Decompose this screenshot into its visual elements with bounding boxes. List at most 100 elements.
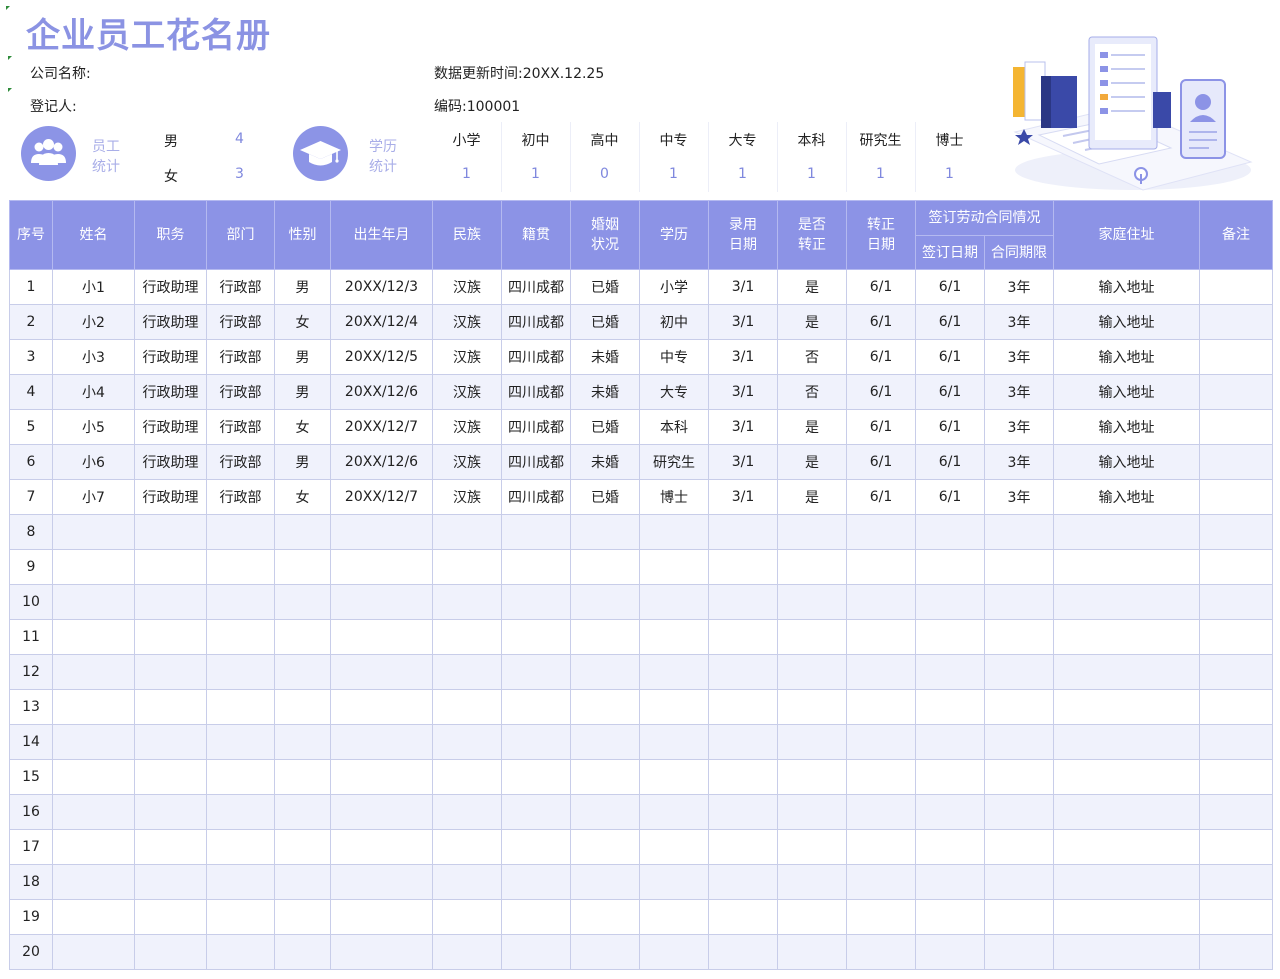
cell-contract-term[interactable] <box>984 759 1054 795</box>
cell-dept[interactable]: 行政部 <box>206 479 275 515</box>
cell-hire-date[interactable]: 3/1 <box>708 444 778 480</box>
cell-marital[interactable] <box>570 549 640 585</box>
cell-gender[interactable] <box>274 689 331 725</box>
cell-birth[interactable] <box>330 584 433 620</box>
cell-gender[interactable] <box>274 514 331 550</box>
cell-sign-date[interactable] <box>915 514 985 550</box>
cell-address[interactable]: 输入地址 <box>1053 444 1200 480</box>
cell-regular-date[interactable] <box>846 829 916 865</box>
code[interactable]: 编码:100001 <box>434 96 520 116</box>
cell-address[interactable] <box>1053 724 1200 760</box>
cell-native-place[interactable] <box>501 934 571 970</box>
cell-regular-date[interactable]: 6/1 <box>846 374 916 410</box>
cell-native-place[interactable] <box>501 549 571 585</box>
cell-education[interactable] <box>639 759 709 795</box>
cell-ethnicity[interactable] <box>432 934 502 970</box>
cell-position[interactable] <box>134 514 207 550</box>
cell-gender[interactable] <box>274 619 331 655</box>
cell-education[interactable] <box>639 619 709 655</box>
cell-regular-date[interactable]: 6/1 <box>846 304 916 340</box>
cell-marital[interactable] <box>570 514 640 550</box>
cell-education[interactable] <box>639 654 709 690</box>
cell-no[interactable]: 17 <box>9 829 53 865</box>
cell-contract-term[interactable] <box>984 724 1054 760</box>
cell-education[interactable] <box>639 794 709 830</box>
cell-address[interactable]: 输入地址 <box>1053 339 1200 375</box>
cell-regularized[interactable] <box>777 899 847 935</box>
cell-marital[interactable] <box>570 724 640 760</box>
cell-hire-date[interactable]: 3/1 <box>708 269 778 305</box>
cell-native-place[interactable] <box>501 864 571 900</box>
cell-hire-date[interactable]: 3/1 <box>708 304 778 340</box>
edu-level-count[interactable]: 1 <box>432 166 501 182</box>
cell-birth[interactable] <box>330 899 433 935</box>
cell-contract-term[interactable] <box>984 619 1054 655</box>
cell-birth[interactable] <box>330 689 433 725</box>
cell-education[interactable]: 本科 <box>639 409 709 445</box>
registrar-label[interactable]: 登记人: <box>30 96 77 116</box>
cell-address[interactable] <box>1053 654 1200 690</box>
cell-ethnicity[interactable] <box>432 654 502 690</box>
cell-remark[interactable] <box>1199 899 1273 935</box>
cell-no[interactable]: 16 <box>9 794 53 830</box>
cell-no[interactable]: 13 <box>9 689 53 725</box>
cell-education[interactable] <box>639 829 709 865</box>
cell-native-place[interactable] <box>501 654 571 690</box>
cell-marital[interactable]: 已婚 <box>570 269 640 305</box>
cell-gender[interactable]: 男 <box>274 339 331 375</box>
cell-regularized[interactable] <box>777 689 847 725</box>
cell-dept[interactable]: 行政部 <box>206 409 275 445</box>
header-remark[interactable]: 备注 <box>1199 200 1273 270</box>
cell-no[interactable]: 6 <box>9 444 53 480</box>
cell-name[interactable]: 小6 <box>52 444 135 480</box>
cell-address[interactable] <box>1053 584 1200 620</box>
cell-native-place[interactable]: 四川成都 <box>501 409 571 445</box>
cell-contract-term[interactable] <box>984 864 1054 900</box>
edu-level-count[interactable]: 1 <box>501 166 570 182</box>
cell-education[interactable]: 大专 <box>639 374 709 410</box>
cell-dept[interactable]: 行政部 <box>206 269 275 305</box>
cell-regularized[interactable] <box>777 724 847 760</box>
cell-ethnicity[interactable]: 汉族 <box>432 339 502 375</box>
cell-position[interactable] <box>134 899 207 935</box>
cell-position[interactable]: 行政助理 <box>134 339 207 375</box>
cell-position[interactable]: 行政助理 <box>134 269 207 305</box>
cell-hire-date[interactable] <box>708 724 778 760</box>
cell-position[interactable] <box>134 759 207 795</box>
cell-education[interactable]: 研究生 <box>639 444 709 480</box>
cell-native-place[interactable] <box>501 794 571 830</box>
cell-regular-date[interactable]: 6/1 <box>846 269 916 305</box>
cell-hire-date[interactable]: 3/1 <box>708 409 778 445</box>
cell-birth[interactable]: 20XX/12/7 <box>330 409 433 445</box>
cell-regularized[interactable] <box>777 584 847 620</box>
cell-no[interactable]: 9 <box>9 549 53 585</box>
cell-ethnicity[interactable] <box>432 514 502 550</box>
cell-address[interactable]: 输入地址 <box>1053 409 1200 445</box>
cell-address[interactable]: 输入地址 <box>1053 304 1200 340</box>
cell-marital[interactable] <box>570 934 640 970</box>
cell-gender[interactable]: 女 <box>274 304 331 340</box>
cell-ethnicity[interactable]: 汉族 <box>432 374 502 410</box>
cell-address[interactable] <box>1053 899 1200 935</box>
cell-position[interactable] <box>134 619 207 655</box>
header-education[interactable]: 学历 <box>639 200 709 270</box>
cell-native-place[interactable]: 四川成都 <box>501 374 571 410</box>
cell-name[interactable] <box>52 934 135 970</box>
cell-remark[interactable] <box>1199 864 1273 900</box>
header-position[interactable]: 职务 <box>134 200 207 270</box>
cell-regular-date[interactable] <box>846 864 916 900</box>
cell-regularized[interactable] <box>777 934 847 970</box>
cell-name[interactable] <box>52 619 135 655</box>
cell-ethnicity[interactable]: 汉族 <box>432 304 502 340</box>
edu-level-count[interactable]: 1 <box>708 166 777 182</box>
cell-dept[interactable] <box>206 689 275 725</box>
cell-marital[interactable] <box>570 899 640 935</box>
cell-dept[interactable] <box>206 934 275 970</box>
header-contract-term[interactable]: 合同期限 <box>984 235 1054 270</box>
cell-sign-date[interactable] <box>915 654 985 690</box>
cell-native-place[interactable] <box>501 689 571 725</box>
cell-sign-date[interactable] <box>915 619 985 655</box>
cell-regular-date[interactable] <box>846 619 916 655</box>
cell-regularized[interactable] <box>777 794 847 830</box>
edu-level-count[interactable]: 1 <box>777 166 846 182</box>
